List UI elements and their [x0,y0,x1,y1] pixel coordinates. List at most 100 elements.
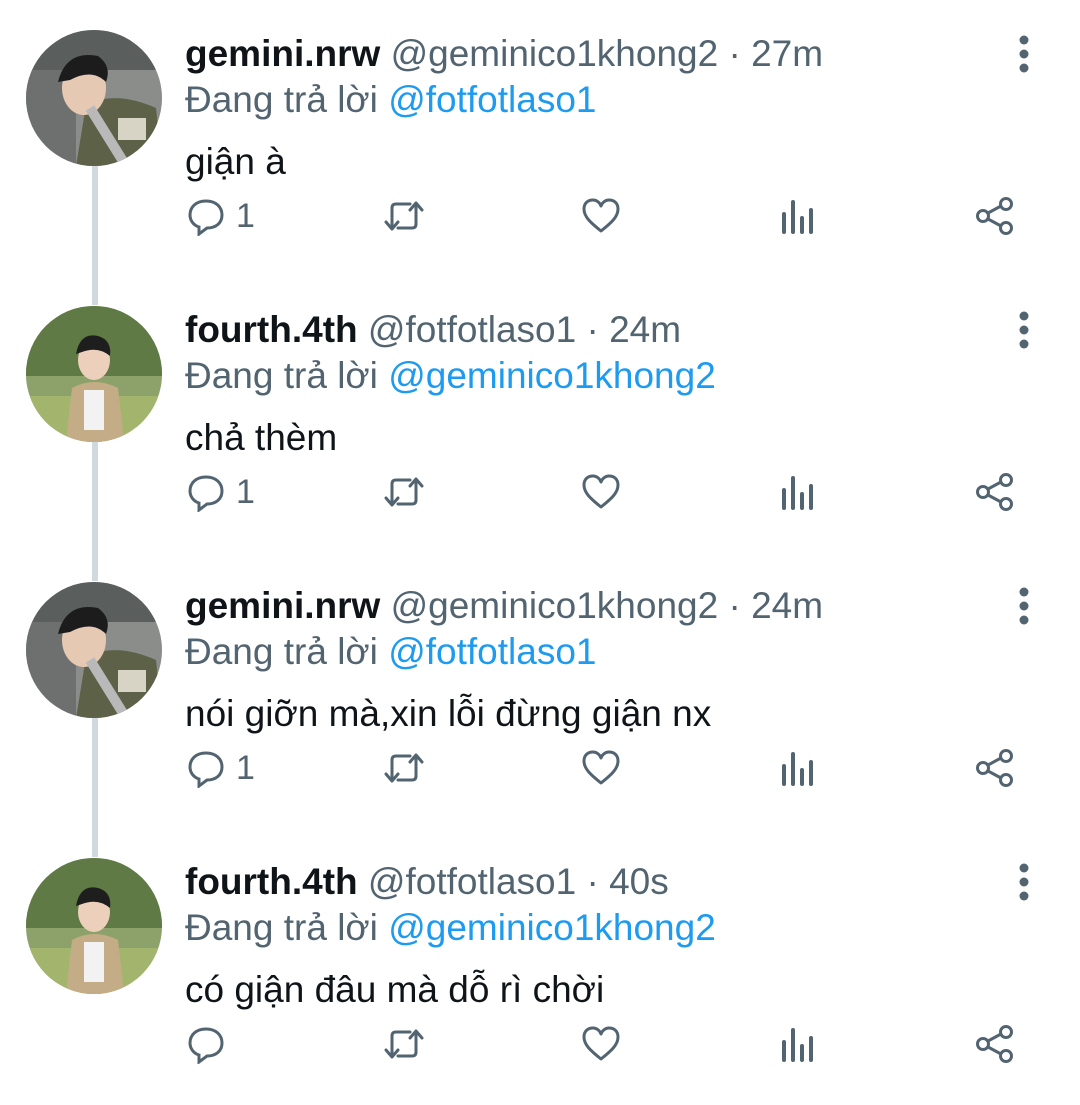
replying-to: Đang trả lời @geminico1khong2 [185,906,716,950]
tweet-text: nói giỡn mà,xin lỗi đừng giận nx [185,693,712,734]
reply-thread: gemini.nrw @geminico1khong2 · 27m Đang t… [0,0,1080,1105]
more-options-button[interactable] [1006,586,1042,626]
tweet-header: fourth.4th @fotfotlaso1 · 24m [185,308,681,352]
like-button[interactable] [581,462,621,522]
reply-button[interactable]: 1 [186,186,255,246]
tweet-text: có giận đâu mà dỗ rì chời [185,969,605,1010]
tweet-actions: 1 [0,186,1080,246]
reply-button[interactable]: 1 [186,738,255,798]
timestamp[interactable]: · 24m [586,309,681,350]
replying-mention[interactable]: @fotfotlaso1 [388,79,596,120]
replying-label: Đang trả lời [185,631,378,672]
user-handle[interactable]: @fotfotlaso1 [368,309,576,350]
tweet[interactable]: fourth.4th @fotfotlaso1 · 40s Đang trả l… [0,828,1080,1104]
display-name[interactable]: fourth.4th [185,861,358,902]
avatar-gemini-image [26,582,162,718]
reply-button[interactable]: 1 [186,462,255,522]
tweet[interactable]: gemini.nrw @geminico1khong2 · 24m Đang t… [0,552,1080,828]
display-name[interactable]: gemini.nrw [185,33,380,74]
replying-to: Đang trả lời @geminico1khong2 [185,354,716,398]
like-button[interactable] [581,738,621,798]
like-button[interactable] [581,186,621,246]
retweet-button[interactable] [382,1014,426,1074]
more-options-icon [1019,587,1029,625]
share-icon [976,473,1013,511]
like-icon [582,198,620,233]
retweet-icon [384,201,424,231]
replying-to: Đang trả lời @fotfotlaso1 [185,630,596,674]
tweet-text: giận à [185,141,286,182]
reply-icon [188,751,224,788]
tweet-actions: 1 [0,462,1080,522]
display-name[interactable]: gemini.nrw [185,585,380,626]
like-icon [582,750,620,785]
avatar[interactable] [26,858,162,994]
more-options-icon [1019,35,1029,73]
tweet[interactable]: gemini.nrw @geminico1khong2 · 27m Đang t… [0,0,1080,276]
replying-to: Đang trả lời @fotfotlaso1 [185,78,596,122]
retweet-icon [384,753,424,783]
timestamp[interactable]: · 27m [728,33,823,74]
share-icon [976,1025,1013,1063]
views-button[interactable] [780,186,816,246]
replying-mention[interactable]: @geminico1khong2 [388,355,716,396]
user-handle[interactable]: @geminico1khong2 [391,585,719,626]
share-icon [976,197,1013,235]
share-button[interactable] [974,1014,1016,1074]
display-name[interactable]: fourth.4th [185,309,358,350]
retweet-button[interactable] [382,462,426,522]
replying-label: Đang trả lời [185,79,378,120]
share-button[interactable] [974,462,1016,522]
share-button[interactable] [974,186,1016,246]
more-options-button[interactable] [1006,862,1042,902]
avatar[interactable] [26,30,162,166]
share-icon [976,749,1013,787]
more-options-icon [1019,863,1029,901]
reply-icon [188,199,224,236]
reply-icon [188,475,224,512]
views-button[interactable] [780,1014,816,1074]
tweet-header: fourth.4th @fotfotlaso1 · 40s [185,860,669,904]
views-icon [782,752,813,786]
retweet-icon [384,477,424,507]
like-button[interactable] [581,1014,621,1074]
share-button[interactable] [974,738,1016,798]
like-icon [582,1026,620,1061]
views-button[interactable] [780,462,816,522]
more-options-icon [1019,311,1029,349]
retweet-button[interactable] [382,186,426,246]
reply-count: 1 [236,472,255,511]
reply-icon [188,1027,224,1064]
tweet-actions [0,1014,1080,1074]
reply-count: 1 [236,196,255,235]
views-button[interactable] [780,738,816,798]
tweet-text: chả thèm [185,417,338,458]
more-options-button[interactable] [1006,310,1042,350]
replying-mention[interactable]: @fotfotlaso1 [388,631,596,672]
timestamp[interactable]: · 24m [728,585,823,626]
more-options-button[interactable] [1006,34,1042,74]
like-icon [582,474,620,509]
avatar-fourth-image [26,306,162,442]
replying-mention[interactable]: @geminico1khong2 [388,907,716,948]
views-icon [782,200,813,234]
replying-label: Đang trả lời [185,355,378,396]
user-handle[interactable]: @fotfotlaso1 [368,861,576,902]
timestamp[interactable]: · 40s [586,861,668,902]
replying-label: Đang trả lời [185,907,378,948]
retweet-button[interactable] [382,738,426,798]
reply-count: 1 [236,748,255,787]
retweet-icon [384,1029,424,1059]
tweet-actions: 1 [0,738,1080,798]
tweet[interactable]: fourth.4th @fotfotlaso1 · 24m Đang trả l… [0,276,1080,552]
reply-button[interactable] [186,1014,236,1074]
avatar-gemini-image [26,30,162,166]
avatar[interactable] [26,582,162,718]
avatar[interactable] [26,306,162,442]
views-icon [782,1028,813,1062]
user-handle[interactable]: @geminico1khong2 [391,33,719,74]
avatar-fourth-image [26,858,162,994]
views-icon [782,476,813,510]
tweet-header: gemini.nrw @geminico1khong2 · 24m [185,584,823,628]
tweet-header: gemini.nrw @geminico1khong2 · 27m [185,32,823,76]
